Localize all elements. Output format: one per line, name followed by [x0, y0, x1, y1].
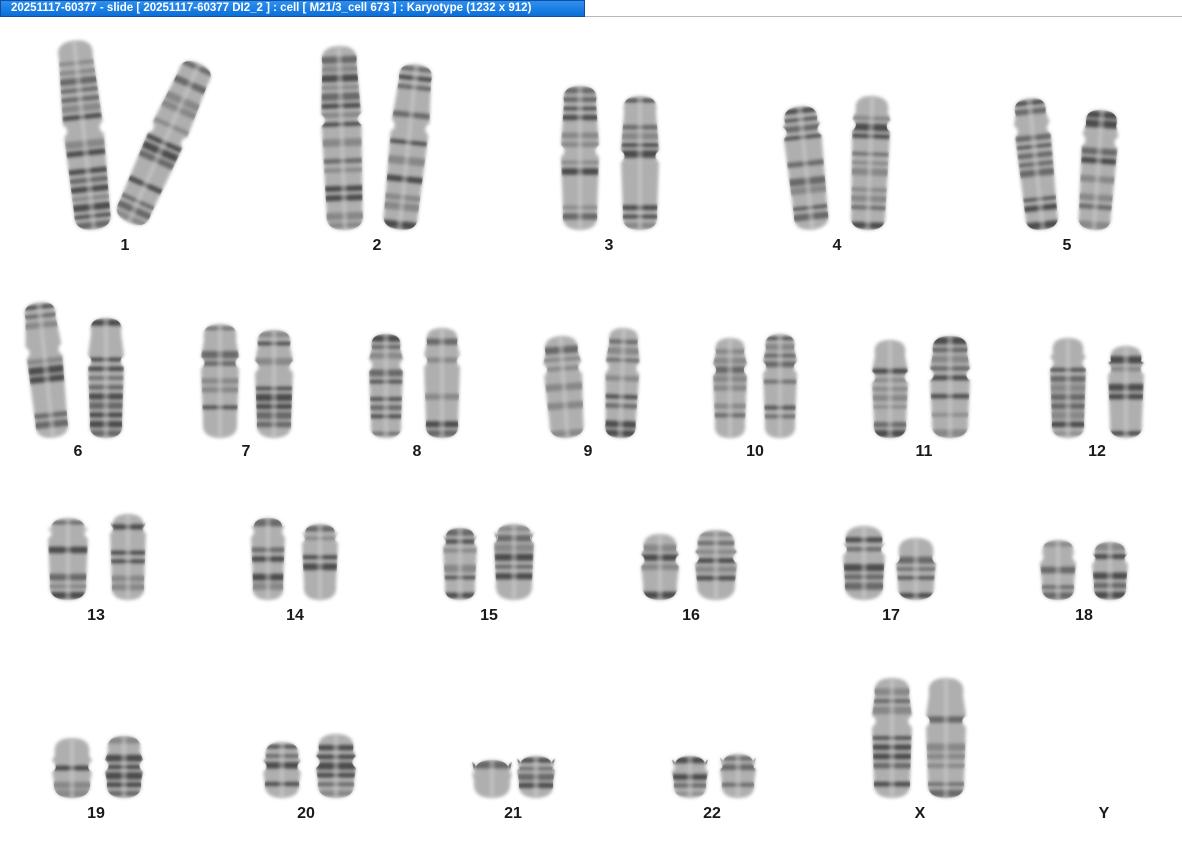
chromosome-18-homolog-a[interactable]	[1040, 540, 1076, 600]
chromosome-pair-9[interactable]	[541, 327, 641, 439]
window-title-tab[interactable]: 20251117-60377 - slide [ 20251117-60377 …	[0, 0, 585, 17]
chromosome-pair-21[interactable]	[472, 756, 555, 798]
window-titlebar: 20251117-60377 - slide [ 20251117-60377 …	[0, 0, 1182, 17]
chromosome-label-8: 8	[413, 443, 422, 460]
chromosome-label-3: 3	[605, 237, 614, 254]
chromosome-pair-13[interactable]	[48, 514, 146, 600]
chromosome-13-homolog-a[interactable]	[48, 518, 88, 600]
chromosome-14-homolog-b[interactable]	[302, 524, 338, 600]
chromosome-12-homolog-b[interactable]	[1108, 346, 1144, 438]
chromosome-x-homolog-a[interactable]	[872, 678, 912, 798]
chromosome-pair-11[interactable]	[872, 336, 970, 438]
chromosome-19-homolog-a[interactable]	[52, 738, 92, 798]
chromosome-pair-2[interactable]	[319, 45, 436, 231]
chromosome-label-22: 22	[703, 805, 721, 822]
chromosome-17-homolog-a[interactable]	[843, 526, 885, 600]
chromosome-pair-12[interactable]	[1050, 338, 1144, 438]
chromosome-14-homolog-a[interactable]	[251, 518, 285, 600]
chromosome-label-21: 21	[504, 805, 522, 822]
chromosome-3-homolog-b[interactable]	[621, 96, 659, 230]
chromosome-2-homolog-b[interactable]	[380, 62, 436, 231]
chromosome-label-15: 15	[480, 607, 498, 624]
chromosome-15-homolog-b[interactable]	[494, 524, 534, 600]
chromosome-label-16: 16	[682, 607, 700, 624]
chromosome-pair-5[interactable]	[1011, 96, 1121, 231]
chromosome-15-homolog-a[interactable]	[443, 528, 477, 600]
chromosome-x-homolog-b[interactable]	[926, 678, 966, 798]
chromosome-pair-7[interactable]	[201, 324, 293, 438]
chromosome-pair-3[interactable]	[561, 86, 659, 230]
chromosome-10-homolog-a[interactable]	[713, 338, 747, 438]
chromosome-7-homolog-b[interactable]	[255, 330, 293, 438]
chromosome-12-homolog-a[interactable]	[1050, 338, 1086, 438]
chromosome-pair-1[interactable]	[54, 38, 217, 231]
chromosome-label-6: 6	[74, 443, 83, 460]
chromosome-label-18: 18	[1075, 607, 1093, 624]
chromosome-5-homolog-b[interactable]	[1075, 109, 1121, 231]
chromosome-9-homolog-a[interactable]	[541, 335, 587, 439]
karyogram-panel: 1 2 3 4 5 6 7 8 9 10 11 12 13 14 15 16 17 18 19 20 21 22 X Y	[0, 18, 1182, 850]
chromosome-9-homolog-b[interactable]	[603, 327, 641, 439]
chromosome-7-homolog-a[interactable]	[201, 324, 239, 438]
chromosome-6-homolog-a[interactable]	[21, 300, 71, 439]
chromosome-19-homolog-b[interactable]	[105, 736, 143, 798]
chromosome-18-homolog-b[interactable]	[1092, 542, 1128, 600]
chromosome-label-7: 7	[242, 443, 251, 460]
chromosome-11-homolog-b[interactable]	[930, 336, 970, 438]
chromosome-22-homolog-b[interactable]	[720, 754, 756, 798]
chromosome-pair-18[interactable]	[1040, 540, 1128, 600]
chromosome-pair-x[interactable]	[872, 678, 966, 798]
chromosome-pair-10[interactable]	[713, 334, 797, 438]
chromosome-20-homolog-a[interactable]	[263, 742, 301, 798]
chromosome-label-1: 1	[121, 237, 130, 254]
chromosome-label-4: 4	[833, 237, 842, 254]
chromosome-pair-14[interactable]	[251, 518, 338, 600]
chromosome-6-homolog-b[interactable]	[88, 318, 124, 438]
chromosome-label-y: Y	[1099, 805, 1110, 822]
chromosome-label-13: 13	[87, 607, 105, 624]
chromosome-label-17: 17	[882, 607, 900, 624]
chromosome-1-homolog-a[interactable]	[54, 38, 114, 231]
chromosome-4-homolog-b[interactable]	[848, 95, 892, 231]
chromosome-5-homolog-a[interactable]	[1011, 96, 1061, 231]
chromosome-1-homolog-b[interactable]	[111, 56, 216, 230]
chromosome-label-12: 12	[1088, 443, 1106, 460]
chromosome-label-2: 2	[373, 237, 382, 254]
chromosome-8-homolog-a[interactable]	[369, 334, 403, 438]
chromosome-label-10: 10	[746, 443, 764, 460]
chromosome-label-14: 14	[286, 607, 304, 624]
chromosome-20-homolog-b[interactable]	[316, 734, 356, 798]
chromosome-label-20: 20	[297, 805, 315, 822]
chromosome-2-homolog-a[interactable]	[319, 45, 366, 231]
chromosome-pair-15[interactable]	[443, 524, 534, 600]
chromosome-pair-22[interactable]	[672, 754, 756, 798]
chromosome-pair-4[interactable]	[780, 95, 892, 231]
chromosome-pair-19[interactable]	[52, 736, 143, 798]
chromosome-label-19: 19	[87, 805, 105, 822]
chromosome-pair-6[interactable]	[21, 300, 124, 439]
karyogram-canvas: 1 2 3 4 56 7 8 9 10 11 1213 14 15 16 17 1819 20 21 22 X Y	[21, 38, 1144, 822]
chromosome-label-5: 5	[1063, 237, 1072, 254]
chromosome-pair-20[interactable]	[263, 734, 356, 798]
chromosome-22-homolog-a[interactable]	[672, 756, 708, 798]
chromosome-label-9: 9	[584, 443, 593, 460]
chromosome-pair-16[interactable]	[641, 530, 737, 600]
chromosome-13-homolog-b[interactable]	[110, 514, 146, 600]
chromosome-label-x: X	[915, 805, 926, 822]
chromosome-21-homolog-b[interactable]	[517, 756, 555, 798]
chromosome-8-homolog-b[interactable]	[424, 328, 460, 438]
chromosome-16-homolog-a[interactable]	[641, 534, 679, 600]
chromosome-11-homolog-a[interactable]	[872, 340, 908, 438]
chromosome-pair-17[interactable]	[843, 526, 936, 600]
chromosome-17-homolog-b[interactable]	[896, 538, 936, 600]
chromosome-10-homolog-b[interactable]	[763, 334, 797, 438]
chromosome-4-homolog-a[interactable]	[780, 104, 832, 231]
chromosome-3-homolog-a[interactable]	[561, 86, 599, 230]
chromosome-pair-8[interactable]	[369, 328, 460, 438]
chromosome-label-11: 11	[916, 443, 933, 460]
chromosome-16-homolog-b[interactable]	[695, 530, 737, 600]
chromosome-21-homolog-a[interactable]	[472, 760, 512, 798]
